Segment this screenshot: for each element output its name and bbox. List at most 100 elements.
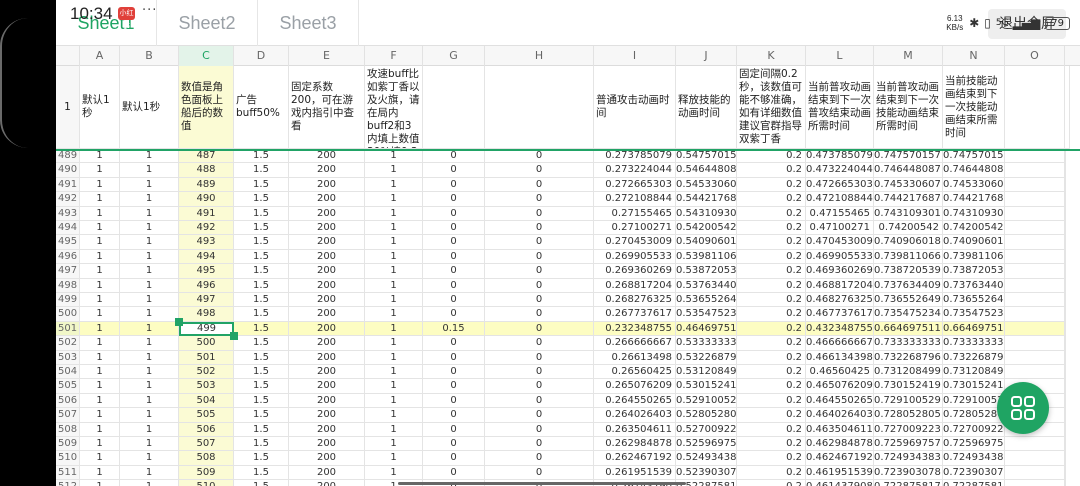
table-cell[interactable]: 0.523903078 [676,465,737,481]
table-cell[interactable]: 1 [120,480,179,486]
table-cell[interactable] [1065,235,1066,250]
table-cell[interactable]: 1.5 [234,422,289,437]
table-cell[interactable]: 0 [485,192,594,207]
table-cell[interactable]: 200 [289,422,365,437]
row-number[interactable]: 496 [56,249,80,265]
column-header-n[interactable]: N [943,46,1005,66]
table-cell[interactable] [1005,177,1065,193]
table-cell[interactable]: 0.730152419 [943,379,1005,394]
header-cell[interactable]: 当前普攻动画结束到下一次普攻结束动画所需时间 [806,66,874,149]
table-cell[interactable]: 1 [120,350,179,365]
table-cell[interactable]: 0.744217687 [943,192,1005,207]
table-cell[interactable]: 0.466666667 [806,336,874,351]
table-cell[interactable]: 1 [120,365,179,380]
table-cell[interactable]: 1 [120,408,179,423]
table-cell[interactable] [1065,192,1066,207]
table-cell[interactable]: 0.746448087 [943,163,1005,178]
table-cell[interactable]: 1 [365,206,423,221]
table-cell[interactable]: 502 [179,365,234,380]
column-header-f[interactable]: F [365,46,423,66]
header-cell[interactable]: 固定系数200，可在游戏内指引中查看 [289,66,365,149]
table-cell[interactable]: 0.2 [737,307,806,322]
table-cell[interactable]: 0 [423,206,485,221]
table-cell[interactable] [1065,293,1066,308]
table-cell[interactable] [1065,422,1066,437]
row-number[interactable]: 501 [56,321,80,337]
table-cell[interactable]: 0.2 [737,163,806,178]
table-cell[interactable]: 1 [80,264,120,279]
table-cell[interactable]: 200 [289,379,365,394]
table-cell[interactable] [1065,393,1066,409]
table-cell[interactable]: 0.724934383 [874,451,943,466]
table-cell[interactable]: 0.263504611 [594,422,676,437]
table-cell[interactable]: 0 [485,393,594,409]
table-cell[interactable]: 489 [179,177,234,193]
table-cell[interactable]: 0 [485,336,594,351]
row-number[interactable]: 492 [56,192,80,207]
table-cell[interactable]: 0 [423,293,485,308]
table-cell[interactable]: 0 [485,408,594,423]
column-header-c[interactable]: C [179,46,234,66]
table-cell[interactable]: 1 [80,293,120,308]
table-cell[interactable]: 0 [485,264,594,279]
table-cell[interactable]: 1 [120,437,179,452]
table-cell[interactable]: 496 [179,278,234,293]
table-cell[interactable]: 1 [365,379,423,394]
table-cell[interactable]: 0 [485,422,594,437]
table-cell[interactable]: 0.27100271 [594,221,676,236]
table-cell[interactable]: 1 [120,422,179,437]
table-cell[interactable]: 0 [423,379,485,394]
table-cell[interactable]: 0.723903078 [874,465,943,481]
table-cell[interactable]: 0.725969757 [874,437,943,452]
table-cell[interactable] [1065,480,1066,486]
table-cell[interactable]: 1 [80,163,120,178]
table-cell[interactable]: 1 [80,422,120,437]
row-number[interactable]: 502 [56,336,80,351]
table-cell[interactable]: 0 [423,278,485,293]
table-cell[interactable]: 505 [179,408,234,423]
table-cell[interactable]: 200 [289,221,365,236]
table-cell[interactable] [1005,451,1065,466]
table-cell[interactable]: 1 [365,163,423,178]
table-cell[interactable]: 0 [485,206,594,221]
table-cell[interactable]: 0.540906018 [676,235,737,250]
table-cell[interactable] [1005,278,1065,293]
table-cell[interactable]: 0 [423,393,485,409]
table-cell[interactable]: 0.722875817 [874,480,943,486]
table-cell[interactable]: 0.470453009 [806,235,874,250]
table-cell[interactable]: 0.469905533 [806,249,874,265]
table-cell[interactable]: 0.2 [737,437,806,452]
table-cell[interactable]: 200 [289,307,365,322]
table-cell[interactable]: 0 [485,365,594,380]
table-cell[interactable]: 0 [423,264,485,279]
table-cell[interactable]: 0.731208499 [874,365,943,380]
table-cell[interactable]: 1 [80,235,120,250]
table-cell[interactable]: 0.472108844 [806,192,874,207]
table-cell[interactable]: 0.743109301 [874,206,943,221]
table-cell[interactable]: 0.268817204 [594,278,676,293]
table-cell[interactable]: 0.739811066 [874,249,943,265]
table-cell[interactable]: 1 [365,249,423,265]
table-cell[interactable]: 0.262467192 [594,451,676,466]
column-header-g[interactable]: G [423,46,485,66]
table-cell[interactable]: 0.536552649 [676,293,737,308]
table-cell[interactable]: 1 [365,149,423,164]
table-cell[interactable]: 1.5 [234,451,289,466]
selection-handle-end[interactable] [230,332,238,341]
table-cell[interactable]: 0 [485,350,594,365]
table-cell[interactable]: 1 [365,235,423,250]
table-cell[interactable]: 0 [423,437,485,452]
table-cell[interactable]: 1.5 [234,293,289,308]
table-cell[interactable]: 1 [120,264,179,279]
table-cell[interactable]: 200 [289,321,365,337]
table-cell[interactable]: 500 [179,336,234,351]
table-cell[interactable]: 0 [423,451,485,466]
table-cell[interactable]: 0.2 [737,278,806,293]
table-cell[interactable]: 0.543109301 [676,206,737,221]
table-cell[interactable]: 0.269905533 [594,249,676,265]
select-all-corner[interactable] [56,46,80,66]
table-cell[interactable]: 1 [120,393,179,409]
table-cell[interactable]: 0 [423,192,485,207]
table-cell[interactable]: 0.469360269 [806,264,874,279]
table-cell[interactable]: 1 [365,451,423,466]
